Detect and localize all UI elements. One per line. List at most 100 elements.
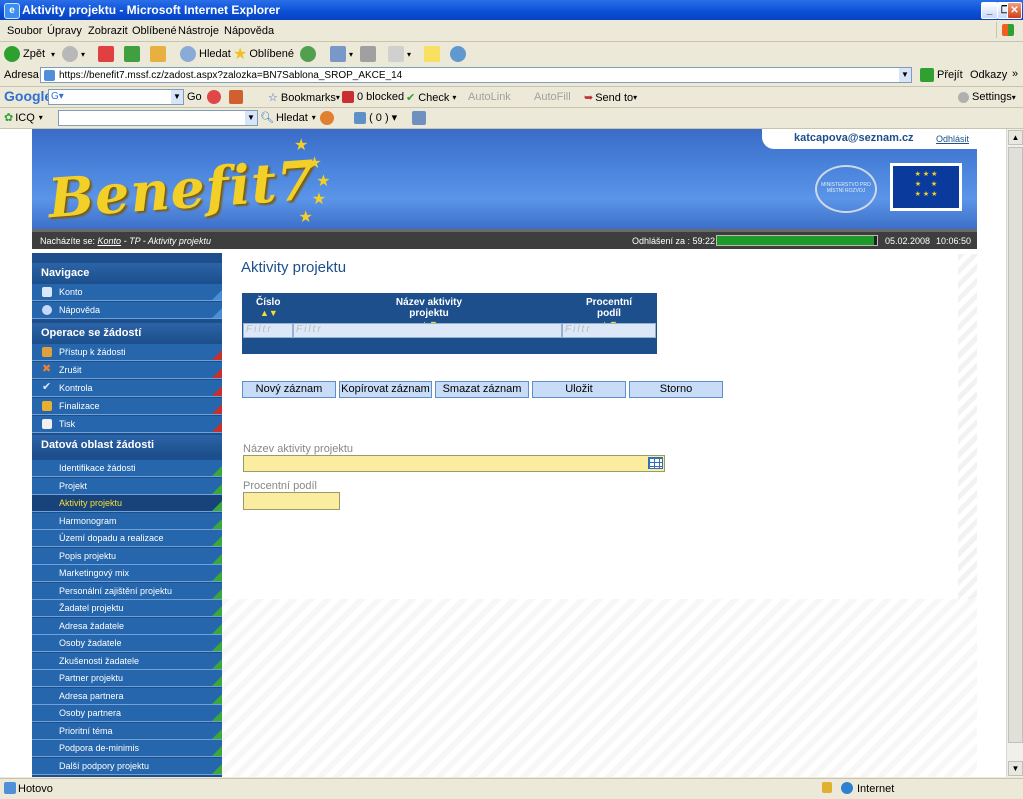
calendar-grid-icon[interactable] xyxy=(648,457,663,469)
radio-icon[interactable] xyxy=(320,111,334,125)
filter-nazev-input[interactable]: Filtr xyxy=(293,323,562,338)
filter-cislo-input[interactable]: Filtr xyxy=(243,323,293,338)
icq-button[interactable]: ✿ ICQ ▾ xyxy=(4,111,43,125)
sidebar-item-data[interactable]: Osoby partnera xyxy=(32,705,222,722)
sidebar-item-data[interactable]: Marketingový mix xyxy=(32,565,222,582)
breadcrumb-konto-link[interactable]: Konto xyxy=(98,236,122,246)
settings-button[interactable]: Settings ▾ xyxy=(958,91,1016,103)
autolink-button[interactable]: AutoLink xyxy=(468,91,511,103)
back-button[interactable]: Zpět ▾ xyxy=(4,45,55,63)
printer-icon xyxy=(360,46,376,62)
user-icon[interactable] xyxy=(412,111,426,125)
sidebar-item-zrusit[interactable]: ✖ Zrušit xyxy=(32,362,222,379)
menu-tools[interactable]: Nástroje xyxy=(178,25,219,37)
sidebar-item-data[interactable]: Osoby žadatele xyxy=(32,635,222,652)
scroll-thumb[interactable] xyxy=(1008,147,1023,743)
sidebar-item-label: Zkušenosti žadatele xyxy=(59,655,140,666)
sidebar-item-data[interactable]: Území dopadu a realizace xyxy=(32,530,222,547)
account-icon xyxy=(42,287,52,297)
pagerank-icon[interactable] xyxy=(207,90,221,104)
user-email: katcapova@seznam.cz xyxy=(794,132,914,144)
address-input[interactable]: https://benefit7.mssf.cz/zadost.aspx?zal… xyxy=(40,67,912,83)
menu-favorites[interactable]: Oblíbené xyxy=(132,25,177,37)
sort-arrows-icon[interactable]: ▲▼ xyxy=(260,308,278,318)
spellcheck-button[interactable]: ✔ Check ▾ xyxy=(406,91,456,105)
links-button[interactable]: Odkazy xyxy=(970,69,1007,81)
favorites-button[interactable]: ★ Oblíbené xyxy=(233,45,294,63)
cancel-icon: ✖ xyxy=(42,363,52,375)
filter-podil-input[interactable]: Filtr xyxy=(562,323,656,338)
sidebar-item-data[interactable]: Prioritní téma xyxy=(32,722,222,740)
edit-button[interactable]: ▾ xyxy=(388,45,411,63)
windows-logo-icon xyxy=(996,22,1019,38)
sidebar-item-data[interactable]: Zkušenosti žadatele xyxy=(32,652,222,670)
icq-search-input[interactable]: ▼ xyxy=(58,110,258,126)
search-button[interactable]: Hledat xyxy=(180,45,231,63)
scroll-up-icon[interactable]: ▲ xyxy=(1008,130,1023,145)
autofill-button[interactable]: AutoFill xyxy=(534,91,571,103)
chevron-down-icon[interactable]: ▼ xyxy=(245,111,257,125)
block-icon xyxy=(342,91,354,103)
sidebar-item-data[interactable]: Partner projektu xyxy=(32,670,222,687)
icq-mail-counter[interactable]: ( 0 ) ▾ xyxy=(354,111,397,125)
icq-search-button[interactable]: 🔍︎ Hledat ▾ xyxy=(260,111,316,125)
chevron-down-icon[interactable]: ▼ xyxy=(171,90,183,104)
chevron-down-icon[interactable]: ▼ xyxy=(899,68,911,82)
refresh-button[interactable] xyxy=(124,45,143,63)
sidebar-item-data[interactable]: Identifikace žádosti xyxy=(32,460,222,477)
menu-file[interactable]: Soubor xyxy=(7,25,42,37)
sidebar-item-tisk[interactable]: Tisk xyxy=(32,416,222,433)
sidebar-item-data[interactable]: Personální zajištění projektu xyxy=(32,582,222,600)
menu-view[interactable]: Zobrazit xyxy=(88,25,128,37)
cancel-button[interactable]: Storno xyxy=(629,381,723,398)
print-button[interactable] xyxy=(360,45,379,63)
logout-link[interactable]: Odhlásit xyxy=(936,134,969,144)
vertical-scrollbar[interactable]: ▲ ▼ xyxy=(1006,129,1023,777)
column-header-cislo[interactable]: Číslo ▲▼ xyxy=(256,297,280,319)
sidebar-item-data[interactable]: Podpora de-minimis xyxy=(32,740,222,757)
copy-record-button[interactable]: Kopírovat záznam xyxy=(339,381,432,398)
forward-button[interactable]: ▾ xyxy=(62,45,85,63)
notes-button[interactable] xyxy=(424,45,443,63)
sidebar-item-data[interactable]: Aktivity projektu xyxy=(32,495,222,512)
sidebar-item-finalizace[interactable]: Finalizace xyxy=(32,398,222,415)
bookmarks-button[interactable]: ☆ Bookmarks ▾ xyxy=(268,91,340,105)
stop-button[interactable] xyxy=(98,45,117,63)
close-button[interactable]: ✕ xyxy=(1007,2,1022,19)
messenger-button[interactable] xyxy=(450,45,469,63)
popup-blocker[interactable]: 0 blocked xyxy=(342,91,404,103)
sidebar-item-konto[interactable]: Konto xyxy=(32,284,222,301)
menu-help[interactable]: Nápověda xyxy=(224,25,274,37)
home-button[interactable] xyxy=(150,45,169,63)
news-icon[interactable] xyxy=(229,90,243,104)
go-button[interactable]: Přejít xyxy=(920,68,963,82)
sidebar-item-data[interactable]: Projekt xyxy=(32,477,222,495)
google-go-button[interactable]: Go xyxy=(187,91,202,103)
sidebar-item-data[interactable]: Harmonogram xyxy=(32,512,222,530)
history-button[interactable] xyxy=(300,45,319,63)
menu-edit[interactable]: Úpravy xyxy=(47,25,82,37)
sidebar-item-data[interactable]: Žadatel projektu xyxy=(32,600,222,617)
sidebar-item-data[interactable]: Adresa žadatele xyxy=(32,617,222,635)
back-arrow-icon xyxy=(4,46,20,62)
mail-button[interactable]: ▾ xyxy=(330,45,353,63)
delete-record-button[interactable]: Smazat záznam xyxy=(435,381,529,398)
share-field-input[interactable] xyxy=(243,492,340,510)
minimize-button[interactable]: _ xyxy=(981,2,998,19)
logout-timer: Odhlášení za : 59:22 xyxy=(632,236,716,246)
new-record-button[interactable]: Nový záznam xyxy=(242,381,336,398)
sidebar-item-label: Území dopadu a realizace xyxy=(59,533,164,543)
google-search-input[interactable]: G▾ ▼ xyxy=(48,89,184,105)
scroll-down-icon[interactable]: ▼ xyxy=(1008,761,1023,776)
name-field-input[interactable] xyxy=(243,455,665,472)
chevron-right-icon[interactable]: » xyxy=(1012,68,1018,80)
sidebar-item-data[interactable]: Popis projektu xyxy=(32,547,222,565)
sendto-button[interactable]: ➥ Send to ▾ xyxy=(584,91,637,105)
sidebar-item-data[interactable]: Další podpory projektu xyxy=(32,757,222,775)
save-button[interactable]: Uložit xyxy=(532,381,626,398)
sidebar-item-napoveda[interactable]: Nápověda xyxy=(32,302,222,319)
sidebar-item-label: Podpora de-minimis xyxy=(59,743,140,753)
sidebar-item-kontrola[interactable]: ✔ Kontrola xyxy=(32,380,222,397)
sidebar-item-pristup[interactable]: Přístup k žádosti xyxy=(32,344,222,361)
sidebar-item-data[interactable]: Adresa partnera xyxy=(32,687,222,705)
